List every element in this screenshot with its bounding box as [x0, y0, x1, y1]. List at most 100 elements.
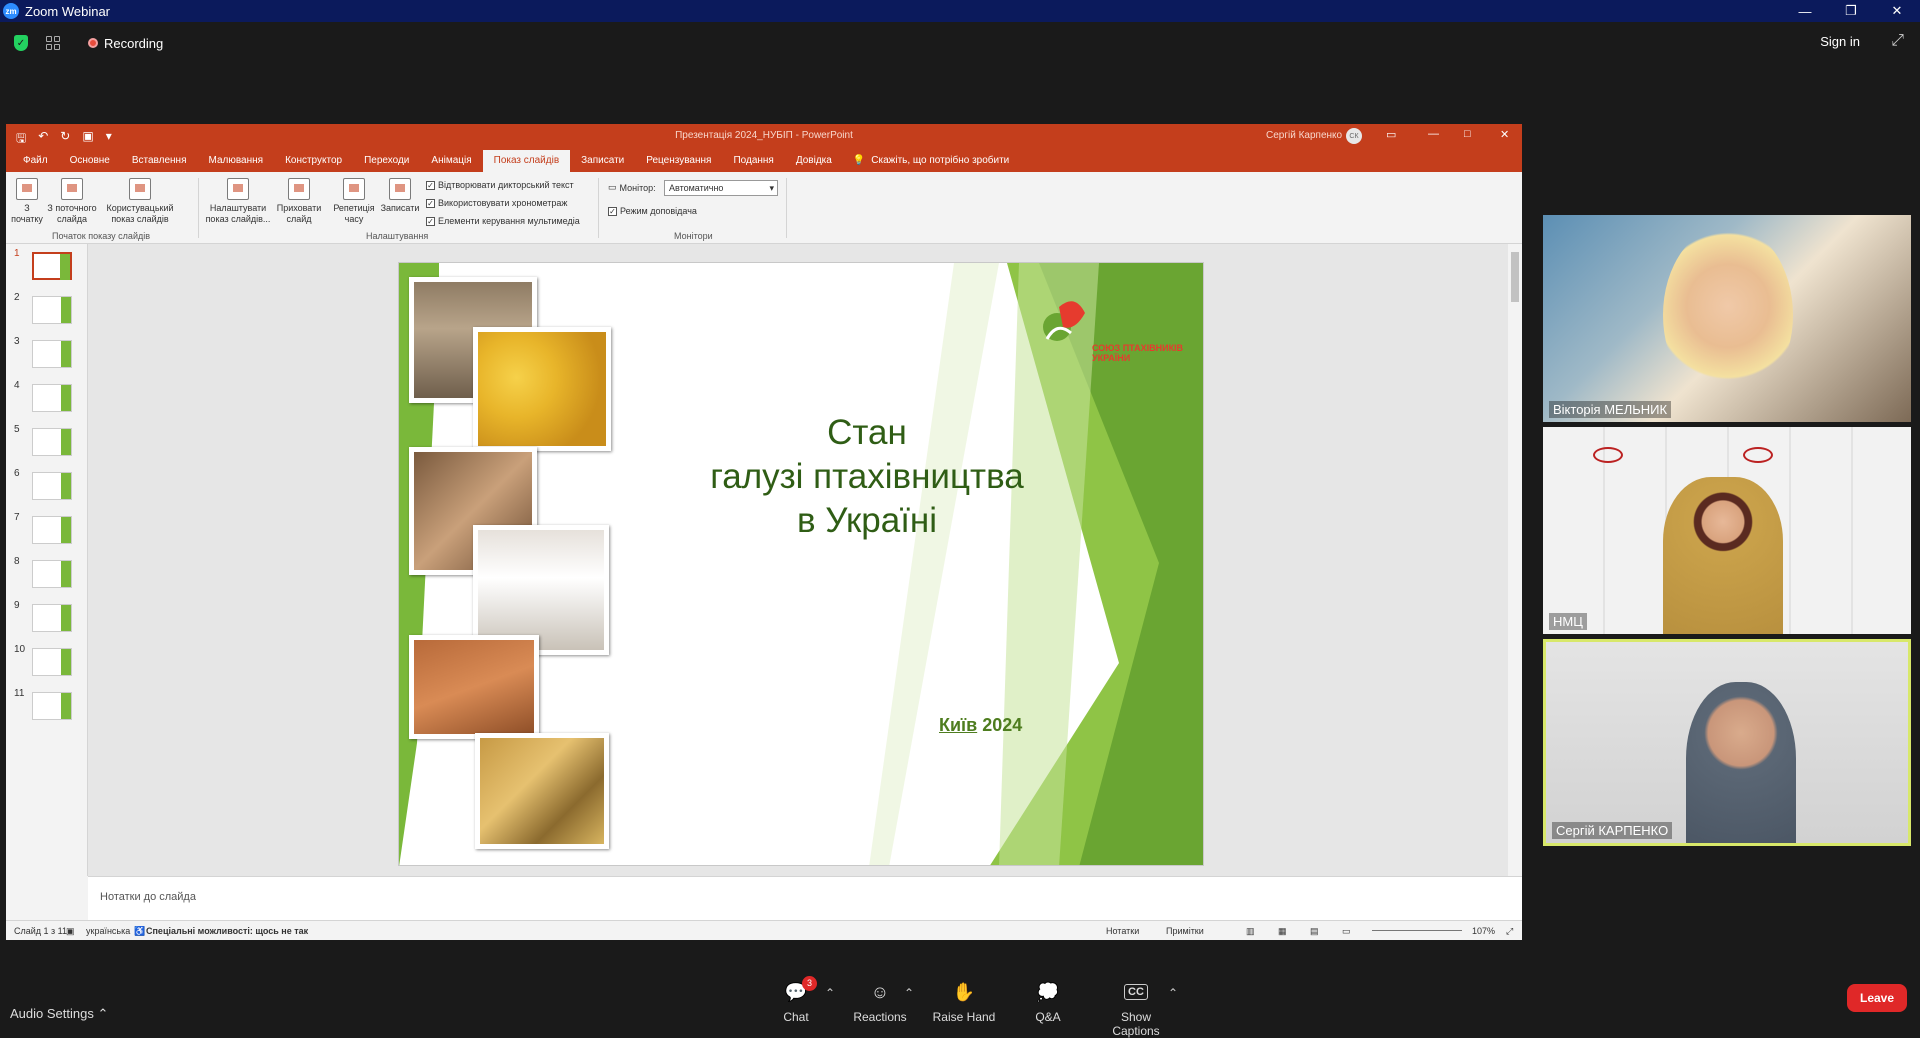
nmc-logo-icon	[1593, 447, 1623, 463]
accessibility-status[interactable]: Спеціальні можливості: щось не так	[146, 926, 308, 936]
slide-thumbnail[interactable]: 10	[6, 644, 88, 680]
from-beginning-button[interactable]: З початку	[10, 178, 44, 225]
ppt-minimize-icon[interactable]: —	[1428, 128, 1439, 140]
tab-review[interactable]: Рецензування	[635, 155, 722, 172]
tab-view[interactable]: Подання	[722, 155, 784, 172]
ppt-restore-icon[interactable]: □	[1464, 128, 1471, 140]
participant-figure	[1663, 477, 1783, 634]
qa-button[interactable]: 💭 Q&A	[1008, 980, 1088, 1024]
show-captions-button[interactable]: CC Show Captions	[1096, 980, 1176, 1038]
tab-slide-show[interactable]: Показ слайдів	[482, 150, 571, 172]
slide-thumbnail[interactable]: 2	[6, 292, 88, 328]
custom-show-button[interactable]: Користувацький показ слайдів	[102, 178, 178, 225]
slide-thumbnail-pane: 1 2 3 4 5 6 7 8 9 10 11	[6, 244, 88, 876]
participant-face	[1663, 225, 1793, 405]
photo-chicks	[473, 327, 611, 451]
ppt-user-avatar[interactable]: СК	[1346, 128, 1362, 144]
ribbon-divider	[198, 178, 199, 238]
chat-unread-badge: 3	[802, 976, 817, 991]
setup-show-button[interactable]: Налаштувати показ слайдів...	[204, 178, 272, 225]
reading-view-icon[interactable]: ▤	[1310, 926, 1319, 937]
tab-transitions[interactable]: Переходи	[353, 155, 420, 172]
view-grid-icon[interactable]	[46, 36, 60, 50]
audio-settings-button[interactable]: Audio Settings ⌃	[10, 1006, 108, 1022]
media-controls-checkbox[interactable]: ✓ Елементи керування мультимедіа	[426, 216, 580, 226]
vertical-scrollbar[interactable]	[1508, 244, 1522, 864]
slide-thumbnail[interactable]: 7	[6, 512, 88, 548]
notes-pane[interactable]: Нотатки до слайда	[88, 876, 1522, 920]
record-button[interactable]: Записати	[378, 178, 422, 214]
slide-thumbnail[interactable]: 6	[6, 468, 88, 504]
hide-slide-button[interactable]: Приховати слайд	[276, 178, 322, 225]
chat-button[interactable]: 💬 3 Chat	[756, 976, 836, 1024]
slideshow-view-icon[interactable]: ▭	[1342, 926, 1351, 937]
zoom-level[interactable]: 107%	[1472, 926, 1495, 936]
restore-icon[interactable]: ❐	[1828, 0, 1874, 22]
accessibility-icon: ♿	[134, 926, 146, 936]
chat-options-chevron-icon[interactable]: ⌃	[825, 986, 835, 1000]
slide-thumbnail[interactable]: 5	[6, 424, 88, 460]
from-current-button[interactable]: З поточного слайда	[44, 178, 100, 225]
hide-slide-icon	[288, 178, 310, 200]
participant-video-active-speaker[interactable]: Сергій КАРПЕНКО	[1543, 639, 1911, 846]
slide-thumbnail[interactable]: 4	[6, 380, 88, 416]
chevron-down-icon: ▾	[769, 183, 774, 193]
rehearse-timings-button[interactable]: Репетиція часу	[332, 178, 376, 225]
ppt-close-icon[interactable]: ✕	[1500, 128, 1509, 141]
tab-help[interactable]: Довідка	[785, 155, 843, 172]
slide-thumbnail[interactable]: 11	[6, 688, 88, 724]
recording-label: Recording	[104, 35, 164, 51]
sign-in-button[interactable]: Sign in	[1820, 34, 1860, 49]
slideshow-start-icon	[16, 178, 38, 200]
monitor-icon: ▭	[608, 182, 617, 192]
tab-record[interactable]: Записати	[570, 155, 635, 172]
tell-me-search[interactable]: Скажіть, що потрібно зробити	[867, 155, 1009, 172]
participant-name: НМЦ	[1549, 613, 1587, 630]
chat-bubble-icon: 💬	[784, 982, 808, 1002]
checkmark-icon: ✓	[426, 198, 435, 208]
minimize-icon[interactable]: —	[1782, 0, 1828, 22]
chevron-up-icon: ⌃	[97, 1006, 109, 1021]
security-shield-icon[interactable]: ✓	[14, 35, 28, 51]
comments-toggle[interactable]: Примітки	[1166, 926, 1204, 936]
checkmark-icon: ✓	[426, 180, 435, 190]
zoom-logo-icon: zm	[3, 3, 19, 19]
participant-name: Сергій КАРПЕНКО	[1552, 822, 1673, 839]
zoom-slider[interactable]	[1372, 930, 1462, 931]
tab-design[interactable]: Конструктор	[274, 155, 353, 172]
tab-home[interactable]: Основне	[59, 155, 121, 172]
ppt-user-name[interactable]: Сергій Карпенко	[1266, 130, 1342, 141]
group-start-label: Початок показу слайдів	[52, 231, 150, 241]
tab-insert[interactable]: Вставлення	[121, 155, 198, 172]
fit-to-window-icon[interactable]: ⤢	[1506, 926, 1513, 937]
spellcheck-icon[interactable]: ▣	[66, 926, 75, 937]
captions-options-chevron-icon[interactable]: ⌃	[1168, 986, 1178, 1000]
presenter-view-checkbox[interactable]: ✓ Режим доповідача	[608, 206, 697, 216]
slide-thumbnail[interactable]: 1	[6, 248, 88, 284]
reactions-options-chevron-icon[interactable]: ⌃	[904, 986, 914, 1000]
close-icon[interactable]: ✕	[1874, 0, 1920, 22]
participant-video[interactable]: Вікторія МЕЛЬНИК	[1543, 215, 1911, 422]
notes-toggle[interactable]: Нотатки	[1106, 926, 1139, 936]
ppt-title-bar: 🖫 ↶ ↻ ▣ ▾ Презентація 2024_НУБІП - Power…	[6, 124, 1522, 148]
qa-bubble-icon: 💭	[1036, 982, 1060, 1002]
tab-animations[interactable]: Анімація	[420, 155, 482, 172]
slide-thumbnail[interactable]: 9	[6, 600, 88, 636]
monitor-select[interactable]: Автоматично ▾	[664, 180, 778, 196]
raise-hand-button[interactable]: ✋ Raise Hand	[924, 980, 1004, 1024]
ribbon-display-icon[interactable]: ▭	[1386, 128, 1396, 141]
tab-draw[interactable]: Малювання	[198, 155, 275, 172]
timings-checkbox[interactable]: ✓ Використовувати хронометраж	[426, 198, 567, 208]
language-indicator[interactable]: українська	[86, 926, 130, 936]
fullscreen-icon[interactable]: ⤢	[1891, 32, 1904, 50]
slide-thumbnail[interactable]: 8	[6, 556, 88, 592]
participant-figure	[1686, 682, 1796, 843]
leave-button[interactable]: Leave	[1847, 984, 1907, 1012]
sorter-view-icon[interactable]: ▦	[1278, 926, 1287, 937]
checkmark-icon: ✓	[426, 216, 435, 226]
participant-video[interactable]: НМЦ	[1543, 427, 1911, 634]
tab-file[interactable]: Файл	[12, 155, 59, 172]
narration-checkbox[interactable]: ✓ Відтворювати дикторський текст	[426, 180, 574, 190]
normal-view-icon[interactable]: ▥	[1246, 926, 1255, 937]
slide-thumbnail[interactable]: 3	[6, 336, 88, 372]
